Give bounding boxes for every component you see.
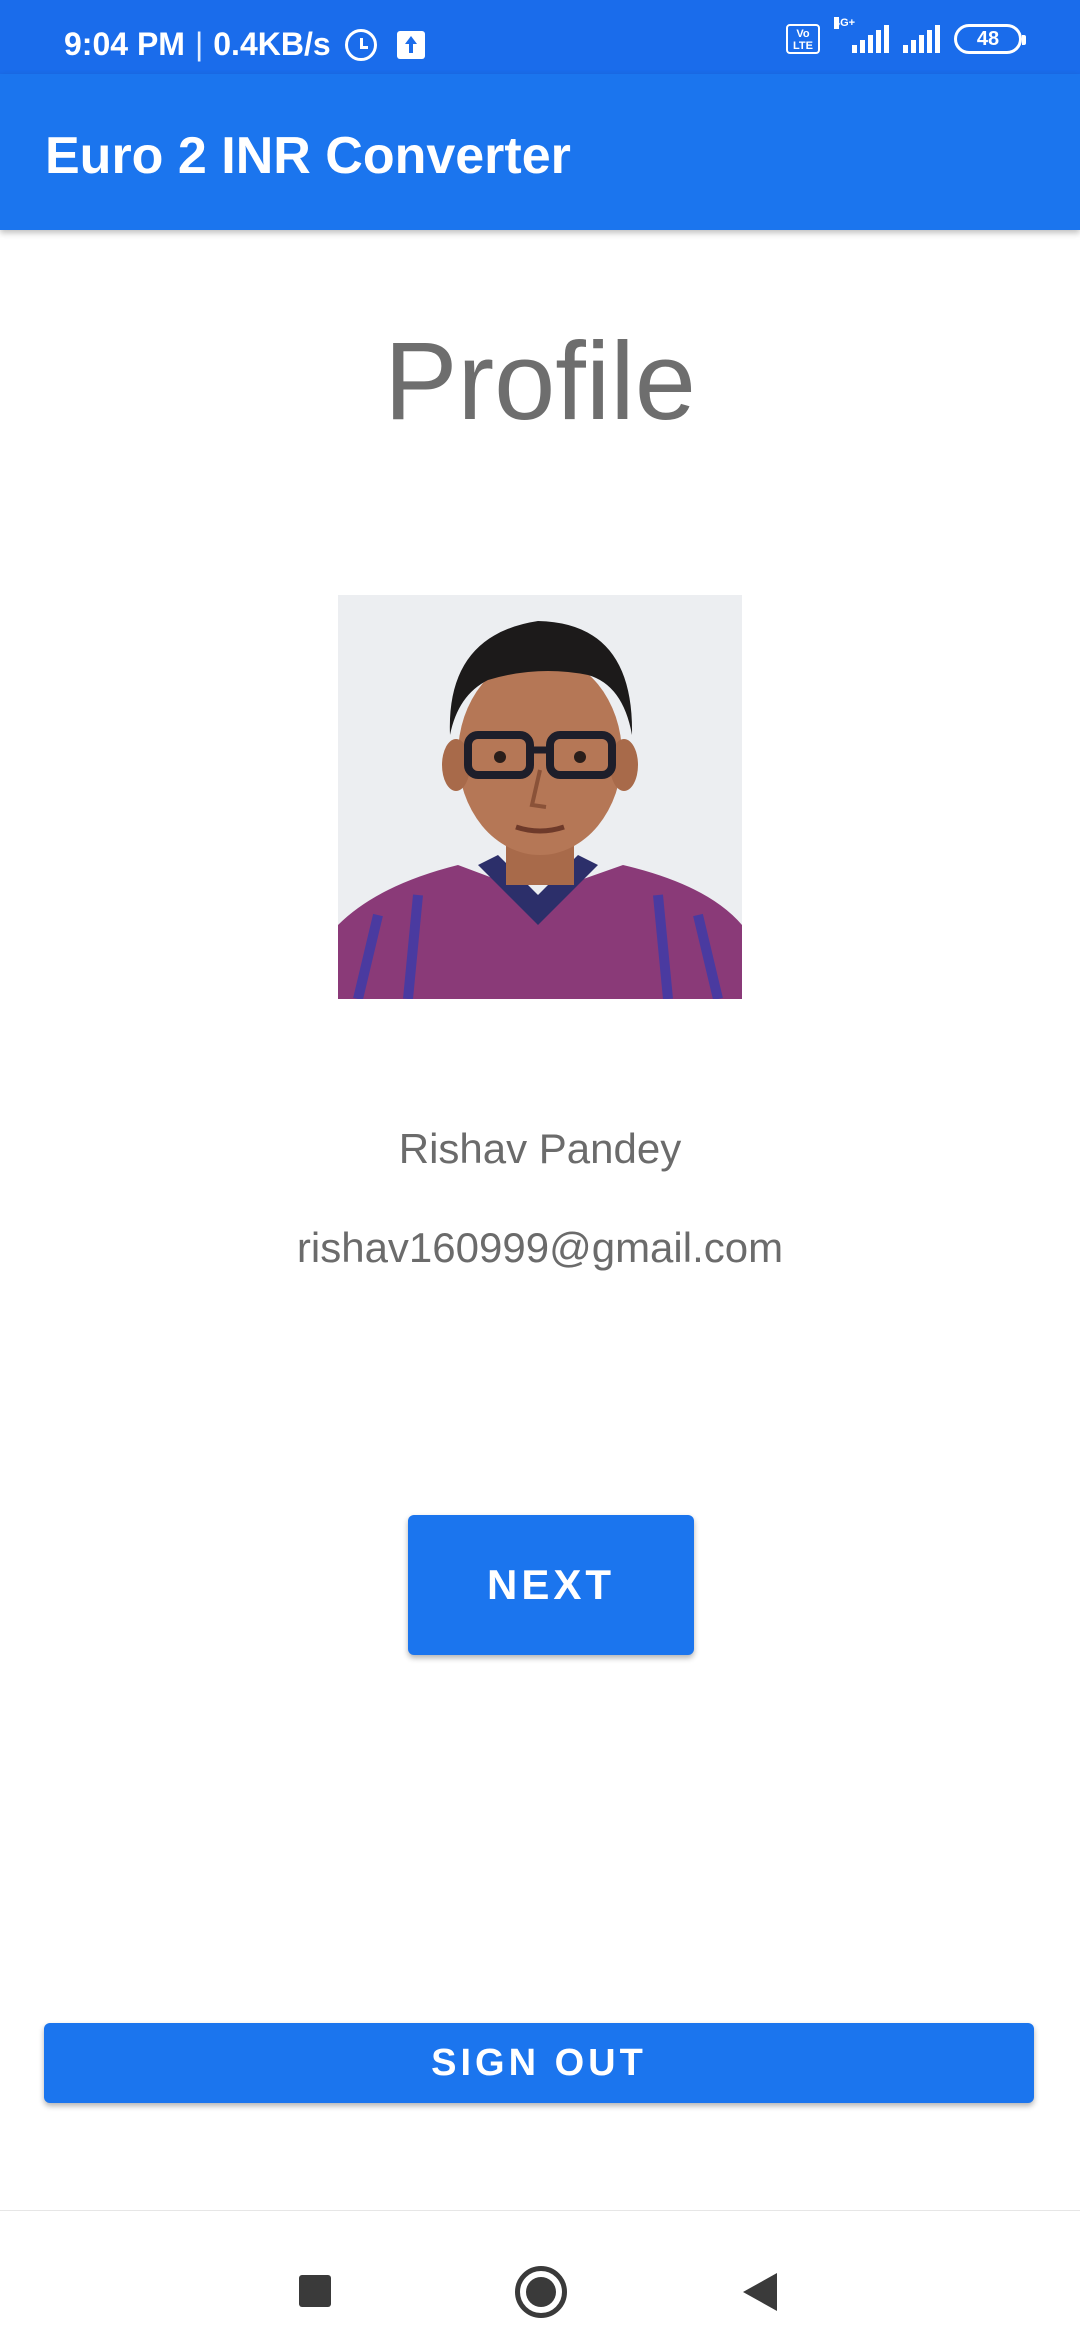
sign-out-button[interactable]: SIGN OUT: [44, 2023, 1034, 2103]
alarm-icon: [344, 28, 377, 61]
app-title: Euro 2 INR Converter: [45, 127, 571, 185]
user-name: Rishav Pandey: [398, 1125, 682, 1172]
status-time: 9:04 PM: [64, 26, 185, 62]
recents-icon[interactable]: [299, 2275, 331, 2307]
home-icon[interactable]: [515, 2266, 567, 2318]
next-button[interactable]: NEXT: [408, 1515, 694, 1655]
status-right: Vo LTE 4G+ 48: [786, 17, 1026, 54]
page-title: Profile: [384, 320, 696, 443]
avatar: [338, 595, 742, 999]
back-icon[interactable]: [743, 2273, 777, 2311]
status-net-speed: 0.4KB/s: [213, 26, 331, 62]
status-left: 9:04 PM | 0.4KB/s: [64, 26, 425, 63]
user-email: rishav160999@gmail.com: [296, 1224, 784, 1271]
network-type-label: 4G+: [834, 17, 856, 29]
avatar-photo: [338, 595, 742, 999]
status-bar: 9:04 PM | 0.4KB/s Vo LTE 4G+ 48: [0, 0, 1080, 74]
signal-icon: 4G+: [834, 17, 889, 53]
app-bar: Euro 2 INR Converter: [0, 74, 1080, 230]
navigation-bar: [0, 2210, 1080, 2340]
volte-icon: Vo LTE: [786, 24, 820, 54]
battery-icon: 48: [954, 24, 1026, 54]
signal-icon-2: [903, 25, 940, 53]
status-separator: |: [194, 26, 204, 62]
upload-icon: [396, 30, 425, 59]
